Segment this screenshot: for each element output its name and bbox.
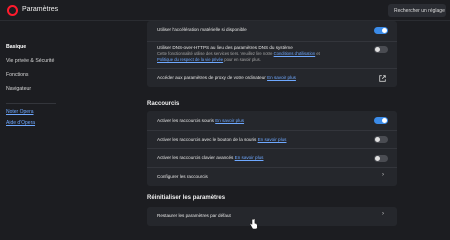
dns-toggle[interactable] [374, 46, 388, 53]
chevron-right-icon: › [382, 211, 384, 217]
keyboard-shortcuts-learn-more[interactable]: En savoir plus [235, 155, 264, 160]
keyboard-shortcuts-toggle[interactable] [374, 155, 388, 162]
system-settings-card: Utiliser l'accélération matérielle si di… [147, 21, 397, 87]
proxy-label: Accéder aux paramètres de proxy de votre… [157, 75, 296, 80]
restore-defaults-row[interactable]: Restaurer les paramètres par défaut › [147, 207, 397, 226]
opera-help-link[interactable]: Aide d'Opera [6, 120, 35, 126]
dns-desc-tail: pour en savoir plus. [224, 57, 261, 62]
toggle-knob [382, 28, 387, 33]
rocker-gestures-row: Activer les raccourcis avec le bouton de… [147, 130, 397, 148]
mouse-gestures-text: Activer les raccourcis souris [157, 118, 214, 123]
toggle-knob [375, 47, 380, 52]
dns-desc-text: Cette fonctionnalité utilise des service… [157, 51, 273, 56]
hand-cursor-icon [249, 218, 258, 230]
dns-desc-and: et [316, 51, 320, 56]
reset-card: Restaurer les paramètres par défaut › [147, 207, 397, 226]
opera-logo-icon [7, 5, 18, 16]
restore-defaults-label: Restaurer les paramètres par défaut [157, 213, 231, 218]
toggle-knob [375, 137, 380, 142]
keyboard-shortcuts-label: Activer les raccourcis clavier avancés E… [157, 155, 263, 160]
sidebar: Basique Vie privée & Sécurité Fonctions … [0, 21, 110, 240]
proxy-row[interactable]: Accéder aux paramètres de proxy de votre… [147, 68, 397, 87]
mouse-gestures-learn-more[interactable]: En savoir plus [215, 118, 244, 123]
dns-label: Utiliser DNS-over-HTTPS au lieu des para… [157, 45, 293, 50]
shortcuts-section-title: Raccourcis [147, 101, 180, 107]
sidebar-item-features[interactable]: Fonctions [6, 72, 29, 78]
configure-shortcuts-row[interactable]: Configurer les raccourcis › [147, 167, 397, 186]
sidebar-item-privacy[interactable]: Vie privée & Sécurité [6, 58, 54, 64]
mouse-gestures-label: Activer les raccourcis souris En savoir … [157, 118, 244, 123]
hw-accel-label: Utiliser l'accélération matérielle si di… [157, 27, 247, 32]
reset-section-title: Réinitialiser les paramètres [147, 195, 226, 201]
proxy-label-text: Accéder aux paramètres de proxy de votre… [157, 75, 266, 80]
hw-accel-toggle[interactable] [374, 27, 388, 34]
mouse-gestures-toggle[interactable] [374, 117, 388, 124]
terms-of-use-link[interactable]: Conditions d'utilisation [274, 51, 316, 56]
rate-opera-link[interactable]: Noter Opera [6, 109, 34, 115]
title-bar: Paramètres Rechercher un réglage [0, 0, 450, 21]
privacy-policy-link[interactable]: Politique du respect de la vie privée [157, 57, 223, 62]
dns-description-line2: Politique du respect de la vie privée po… [157, 57, 261, 63]
toggle-knob [382, 118, 387, 123]
sidebar-divider [6, 103, 56, 104]
settings-search-input[interactable]: Rechercher un réglage [388, 4, 446, 17]
chevron-right-icon: › [382, 172, 384, 178]
proxy-learn-more-link[interactable]: En savoir plus [267, 75, 296, 80]
shortcuts-card: Activer les raccourcis souris En savoir … [147, 111, 397, 186]
dns-row: Utiliser DNS-over-HTTPS au lieu des para… [147, 41, 397, 68]
rocker-gestures-label: Activer les raccourcis avec le bouton de… [157, 137, 286, 142]
keyboard-shortcuts-text: Activer les raccourcis clavier avancés [157, 155, 234, 160]
sidebar-item-basique[interactable]: Basique [6, 44, 26, 50]
configure-shortcuts-label: Configurer les raccourcis [157, 174, 208, 179]
rocker-gestures-toggle[interactable] [374, 136, 388, 143]
sidebar-item-browser[interactable]: Navigateur [6, 86, 31, 92]
toggle-knob [375, 156, 380, 161]
keyboard-shortcuts-row: Activer les raccourcis clavier avancés E… [147, 148, 397, 167]
rocker-gestures-text: Activer les raccourcis avec le bouton de… [157, 137, 257, 142]
rocker-gestures-learn-more[interactable]: En savoir plus [258, 137, 287, 142]
mouse-gestures-row: Activer les raccourcis souris En savoir … [147, 111, 397, 130]
page-title: Paramètres [22, 6, 59, 13]
hw-accel-row: Utiliser l'accélération matérielle si di… [147, 21, 397, 41]
external-link-icon[interactable] [379, 75, 386, 82]
